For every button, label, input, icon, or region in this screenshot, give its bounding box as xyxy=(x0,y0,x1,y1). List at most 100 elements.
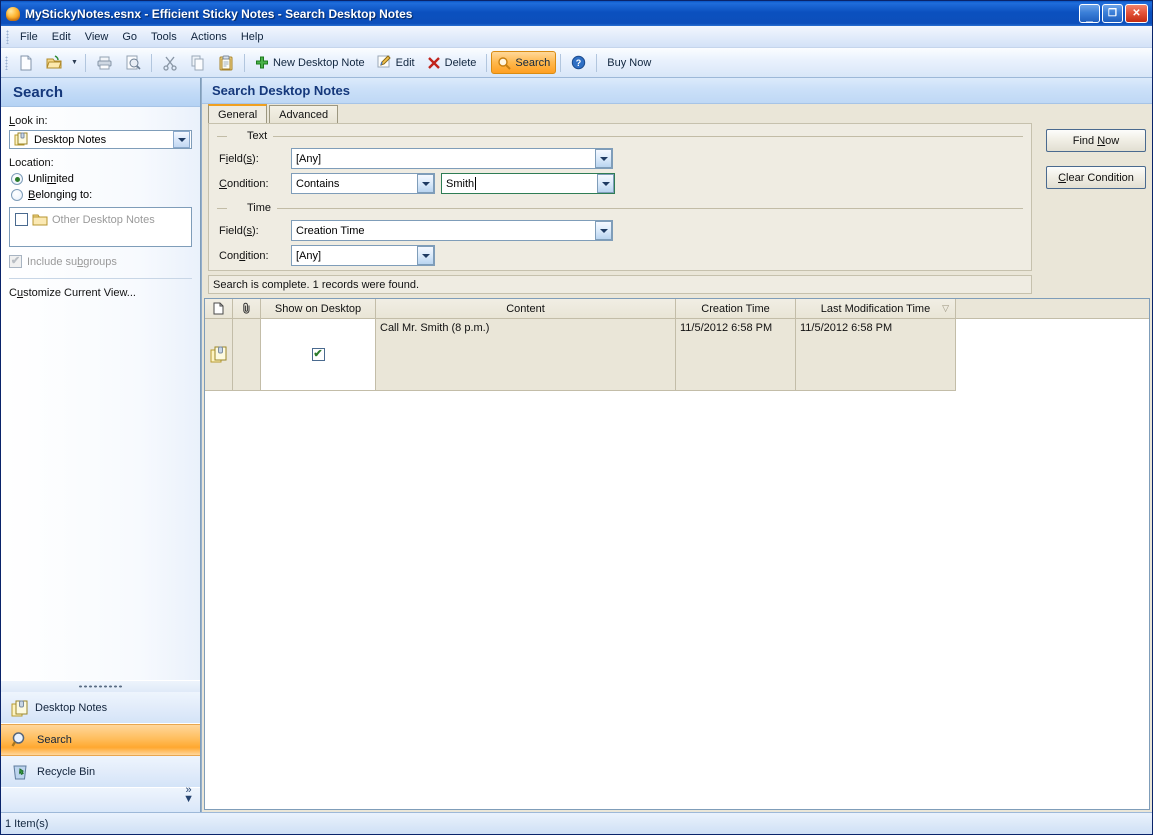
column-header-content[interactable]: Content xyxy=(376,299,676,318)
clipboard-paste-icon xyxy=(218,55,234,71)
time-group-legend: Time xyxy=(217,200,1023,216)
column-header-show-on-desktop[interactable]: Show on Desktop xyxy=(261,299,376,318)
sidebar-item-desktop-notes[interactable]: Desktop Notes xyxy=(1,692,200,724)
sidebar: Search Look in: Desktop Notes Location: … xyxy=(1,78,201,812)
main-content: Search Desktop Notes General Advanced Te… xyxy=(201,78,1152,812)
sidebar-expand-button[interactable]: » ▼ xyxy=(183,785,194,805)
close-button[interactable]: ✕ xyxy=(1125,4,1148,23)
edit-label: Edit xyxy=(395,56,415,69)
keyword-input[interactable]: Smith xyxy=(441,173,615,194)
sidebar-nav-empty-area: » ▼ xyxy=(1,785,200,812)
menu-item-tools[interactable]: Tools xyxy=(144,28,184,46)
new-document-icon xyxy=(18,55,34,71)
print-preview-button[interactable] xyxy=(119,51,147,74)
text-condition-label: Condition: xyxy=(219,177,269,190)
text-fields-value: [Any] xyxy=(296,152,322,165)
keyword-dropdown-arrow[interactable] xyxy=(597,174,614,193)
restore-icon: ❐ xyxy=(1108,7,1117,19)
look-in-combo[interactable]: Desktop Notes xyxy=(9,130,192,149)
sidebar-splitter[interactable] xyxy=(1,680,200,692)
help-button[interactable]: ? xyxy=(565,51,592,74)
new-file-button[interactable] xyxy=(12,51,40,74)
cell-creation-time: 11/5/2012 6:58 PM xyxy=(676,319,796,391)
group-checkbox[interactable] xyxy=(15,213,28,226)
toolbar-separator-6 xyxy=(596,53,598,72)
menu-drag-handle[interactable] xyxy=(6,29,9,44)
paperclip-icon xyxy=(242,302,252,315)
checkmark-icon: ✔ xyxy=(313,348,323,360)
sidebar-item-recycle-bin[interactable]: Recycle Bin xyxy=(1,756,200,788)
time-fields-dropdown-arrow[interactable] xyxy=(595,221,612,240)
include-subgroups-row[interactable]: ✔ Include subgroups xyxy=(9,255,192,268)
minimize-button[interactable]: _ xyxy=(1079,4,1100,23)
results-grid[interactable]: Show on Desktop Content Creation Time La… xyxy=(204,298,1150,810)
menu-item-file[interactable]: File xyxy=(13,28,45,46)
menu-item-go[interactable]: Go xyxy=(115,28,144,46)
text-fields-combo[interactable]: [Any] xyxy=(291,148,613,169)
sidebar-item-search[interactable]: Search xyxy=(1,724,200,756)
column-header-last-modification-time[interactable]: Last Modification Time ▽ xyxy=(796,299,956,318)
include-subgroups-checkbox[interactable]: ✔ xyxy=(9,255,22,268)
toolbar-separator-4 xyxy=(486,53,488,72)
radio-unlimited-label: Unlimited xyxy=(28,173,74,185)
delete-button[interactable]: Delete xyxy=(421,51,483,74)
cell-show-on-desktop[interactable]: ✔ xyxy=(261,319,376,391)
radio-belonging-to-control[interactable] xyxy=(11,189,23,201)
column-header-note-type[interactable] xyxy=(205,299,233,318)
look-in-dropdown-arrow[interactable] xyxy=(173,131,190,148)
include-subgroups-label: Include subgroups xyxy=(27,255,117,268)
search-action-buttons: Find Now Clear Condition xyxy=(1032,123,1146,271)
copy-button[interactable] xyxy=(184,51,212,74)
clear-condition-button[interactable]: Clear Condition xyxy=(1046,166,1146,189)
search-button[interactable]: Search xyxy=(491,51,557,74)
text-group-legend-label: Text xyxy=(247,130,268,142)
time-fields-combo[interactable]: Creation Time xyxy=(291,220,613,241)
cut-button[interactable] xyxy=(156,51,184,74)
radio-belonging-to[interactable]: Belonging to: xyxy=(11,189,192,201)
menu-bar: File Edit View Go Tools Actions Help xyxy=(1,26,1152,48)
print-button[interactable] xyxy=(90,51,119,74)
text-condition-dropdown-arrow[interactable] xyxy=(417,174,434,193)
group-label: Other Desktop Notes xyxy=(52,213,155,226)
menu-item-actions[interactable]: Actions xyxy=(184,28,234,46)
time-condition-combo[interactable]: [Any] xyxy=(291,245,435,266)
radio-unlimited-control[interactable] xyxy=(11,173,23,185)
look-in-label: Look in: xyxy=(9,115,48,127)
open-folder-icon xyxy=(46,54,63,71)
tab-general[interactable]: General xyxy=(208,104,268,123)
groups-list[interactable]: Other Desktop Notes xyxy=(9,207,192,247)
radio-unlimited[interactable]: Unlimited xyxy=(11,173,192,185)
text-group-legend: Text xyxy=(217,128,1023,144)
toolbar-drag-handle[interactable] xyxy=(5,55,8,70)
time-fields-value: Creation Time xyxy=(296,224,365,237)
clear-condition-label: Clear Condition xyxy=(1058,171,1134,184)
look-in-value-wrap: Desktop Notes xyxy=(10,132,173,148)
find-now-button[interactable]: Find Now xyxy=(1046,129,1146,152)
menu-item-edit[interactable]: Edit xyxy=(45,28,78,46)
cell-content: Call Mr. Smith (8 p.m.) xyxy=(376,319,676,391)
group-list-item[interactable]: Other Desktop Notes xyxy=(15,213,186,226)
new-desktop-note-button[interactable]: New Desktop Note xyxy=(249,51,371,74)
open-file-button[interactable] xyxy=(40,51,69,74)
sidebar-item-recycle-bin-label: Recycle Bin xyxy=(37,765,96,778)
restore-button[interactable]: ❐ xyxy=(1102,4,1123,23)
toolbar-separator-1 xyxy=(84,53,86,72)
recycle-bin-icon xyxy=(11,763,29,781)
paste-button[interactable] xyxy=(212,51,240,74)
buy-now-button[interactable]: Buy Now xyxy=(601,51,657,74)
show-on-desktop-checkbox[interactable]: ✔ xyxy=(311,348,325,361)
column-header-creation-time[interactable]: Creation Time xyxy=(676,299,796,318)
text-fields-dropdown-arrow[interactable] xyxy=(595,149,612,168)
table-row[interactable]: ✔ Call Mr. Smith (8 p.m.) 11/5/2012 6:58… xyxy=(205,319,1149,391)
edit-button[interactable]: Edit xyxy=(371,51,421,74)
open-file-dropdown-arrow[interactable]: ▼ xyxy=(68,59,81,66)
customize-current-view-link[interactable]: Customize Current View... xyxy=(9,287,192,299)
tab-advanced[interactable]: Advanced xyxy=(269,105,339,123)
sidebar-nav-list: Desktop Notes Search Recycle Bin » ▼ xyxy=(1,692,200,812)
sticky-note-icon xyxy=(210,346,228,364)
text-condition-combo[interactable]: Contains xyxy=(291,173,435,194)
time-condition-dropdown-arrow[interactable] xyxy=(417,246,434,265)
menu-item-help[interactable]: Help xyxy=(234,28,271,46)
column-header-attachment[interactable] xyxy=(233,299,261,318)
menu-item-view[interactable]: View xyxy=(78,28,116,46)
